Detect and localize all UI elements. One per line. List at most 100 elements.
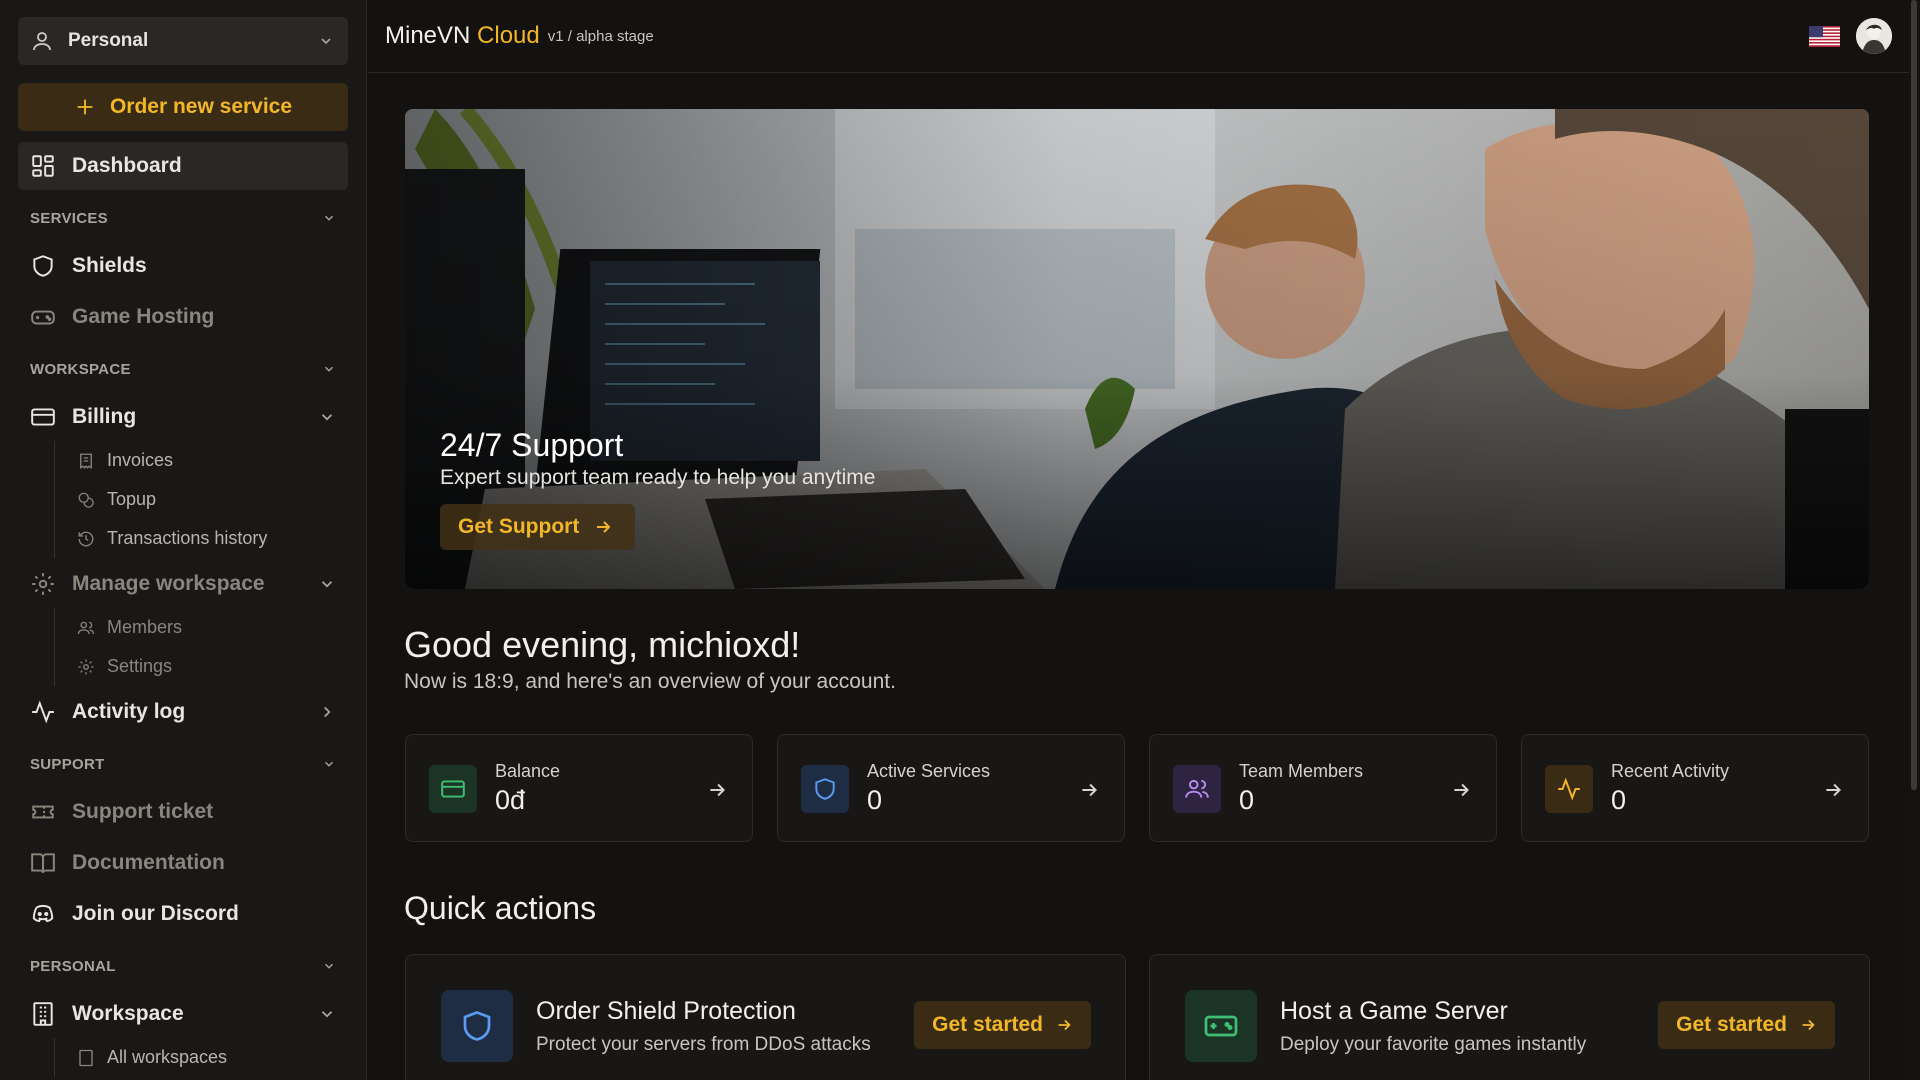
get-started-button[interactable]: Get started	[1658, 1001, 1835, 1049]
greeting-title: Good evening, michioxd!	[404, 624, 801, 665]
sidebar-item-label: Members	[107, 617, 183, 637]
sidebar-item-label: Invoices	[107, 450, 174, 470]
sidebar-item-documentation[interactable]: Documentation	[18, 839, 348, 887]
sidebar-item-label: Workspace	[72, 1002, 184, 1025]
sidebar-item-billing[interactable]: Billing	[18, 393, 348, 441]
sidebar-item-label: Topup	[107, 489, 157, 509]
activity-icon	[32, 700, 54, 724]
workspace-select[interactable]: Personal	[18, 17, 348, 65]
chevron-down-icon	[321, 414, 333, 421]
sidebar-item-label: Manage workspace	[72, 572, 265, 595]
sidebar-item-dashboard[interactable]: Dashboard	[18, 142, 348, 190]
arrow-right-icon	[1826, 783, 1842, 797]
discord-icon	[32, 904, 54, 923]
sidebar-item-label: Settings	[107, 656, 173, 676]
get-support-button[interactable]: Get Support	[440, 504, 636, 550]
top-header: MineVN Cloud v1 / alpha stage	[368, 0, 1909, 73]
gear-icon	[32, 573, 54, 595]
section-workspace[interactable]: WORKSPACE	[18, 355, 348, 383]
sidebar-item-discord[interactable]: Join our Discord	[18, 890, 348, 938]
arrow-right-icon	[1082, 783, 1098, 797]
page-scrollbar[interactable]	[1909, 0, 1920, 1080]
scrollbar-thumb[interactable]	[1911, 0, 1917, 790]
brand-logo[interactable]: MineVN Cloud	[385, 22, 540, 50]
arrow-right-icon	[1802, 1019, 1815, 1031]
stat-label: Balance	[495, 761, 561, 781]
section-label: SERVICES	[30, 209, 108, 227]
us-flag-icon[interactable]	[1809, 25, 1840, 47]
section-support[interactable]: SUPPORT	[18, 750, 348, 778]
stat-card-recent-activity[interactable]: Recent Activity 0	[1521, 734, 1869, 842]
gear-icon	[78, 659, 94, 674]
order-new-service-button[interactable]: Order new service	[18, 83, 348, 131]
users-icon	[1185, 779, 1209, 798]
section-label: PERSONAL	[30, 957, 116, 975]
chevron-down-icon	[325, 963, 333, 969]
section-personal[interactable]: PERSONAL	[18, 952, 348, 980]
sidebar-item-shields[interactable]: Shields	[18, 242, 348, 290]
stat-value: 0	[1611, 785, 1627, 815]
get-started-label: Get started	[932, 1013, 1043, 1036]
shield-icon	[815, 778, 835, 800]
credit-card-icon	[31, 408, 55, 426]
stat-label: Active Services	[867, 761, 991, 781]
stat-icon-box	[1173, 765, 1221, 813]
sidebar-item-settings[interactable]: Settings	[77, 647, 348, 686]
section-label: WORKSPACE	[30, 360, 131, 378]
manage-workspace-submenu: Members Settings	[54, 608, 348, 686]
stat-card-active-services[interactable]: Active Services 0	[777, 734, 1125, 842]
book-icon	[31, 853, 55, 873]
get-started-button[interactable]: Get started	[914, 1001, 1091, 1049]
credit-card-icon	[441, 780, 465, 798]
quick-action-title: Order Shield Protection	[536, 997, 796, 1025]
coins-icon	[78, 492, 94, 508]
sidebar-item-label: Documentation	[72, 851, 225, 874]
sidebar-item-support-ticket[interactable]: Support ticket	[18, 788, 348, 836]
stat-card-team-members[interactable]: Team Members 0	[1149, 734, 1497, 842]
sidebar-item-transactions[interactable]: Transactions history	[77, 519, 348, 558]
stat-value: 0đ	[495, 785, 526, 815]
sidebar-item-topup[interactable]: Topup	[77, 480, 348, 519]
avatar[interactable]	[1856, 18, 1892, 54]
section-services[interactable]: SERVICES	[18, 204, 348, 232]
chevron-down-icon	[325, 761, 333, 767]
sidebar: Personal Order new service Dashboard SER…	[0, 0, 367, 1080]
stat-value: 0	[1239, 785, 1255, 815]
arrow-right-icon	[1454, 783, 1470, 797]
sidebar-item-activity-log[interactable]: Activity log	[18, 688, 348, 736]
sidebar-item-workspace[interactable]: Workspace	[18, 990, 348, 1038]
get-started-label: Get started	[1676, 1013, 1787, 1036]
order-new-service-label: Order new service	[109, 95, 293, 118]
stat-card-balance[interactable]: Balance 0đ	[405, 734, 753, 842]
arrow-right-icon	[597, 521, 611, 533]
sidebar-item-all-workspaces[interactable]: All workspaces	[77, 1038, 348, 1077]
plus-icon	[77, 99, 93, 115]
workspace-submenu: All workspaces	[54, 1038, 348, 1077]
quick-action-card-game: Host a Game Server Deploy your favorite …	[1149, 954, 1870, 1080]
main-content: 24/7 Support Expert support team ready t…	[368, 74, 1909, 1080]
quick-action-title: Host a Game Server	[1280, 997, 1508, 1025]
sidebar-item-invoices[interactable]: Invoices	[77, 441, 348, 480]
stat-icon-box	[429, 765, 477, 813]
sidebar-item-label: Billing	[72, 405, 137, 428]
stat-value: 0	[867, 785, 883, 815]
activity-icon	[1558, 777, 1580, 801]
stat-label: Recent Activity	[1611, 761, 1730, 781]
chevron-down-icon	[325, 215, 333, 221]
dashboard-icon	[32, 155, 54, 177]
ticket-icon	[32, 805, 54, 819]
building-icon	[79, 1049, 93, 1066]
shield-icon	[463, 1011, 491, 1041]
sidebar-item-label: Dashboard	[72, 154, 182, 177]
sidebar-item-members[interactable]: Members	[77, 608, 348, 647]
quick-action-icon-box	[1185, 990, 1257, 1062]
brand-main: MineVN	[385, 22, 471, 49]
stat-icon-box	[1545, 765, 1593, 813]
chevron-up-down-icon	[321, 38, 331, 45]
brand-accent: Cloud	[477, 22, 540, 49]
sidebar-item-game-hosting[interactable]: Game Hosting	[18, 293, 348, 341]
chevron-down-icon	[325, 366, 333, 372]
sidebar-item-manage-workspace[interactable]: Manage workspace	[18, 560, 348, 608]
quick-action-card-shield: Order Shield Protection Protect your ser…	[405, 954, 1126, 1080]
sidebar-item-label: Activity log	[72, 700, 186, 723]
